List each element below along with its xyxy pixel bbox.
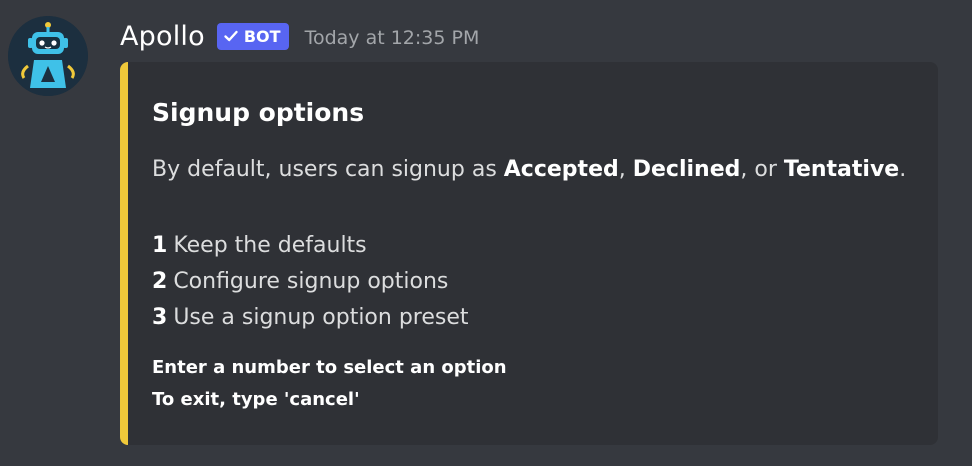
option-number: 2 <box>152 269 168 294</box>
description-separator: , or <box>740 157 784 182</box>
author-name[interactable]: Apollo <box>120 21 205 52</box>
option-label: Keep the defaults <box>173 233 367 258</box>
description-separator: , <box>618 157 633 182</box>
description-prefix: By default, users can signup as <box>152 157 504 182</box>
footer-instruction: Enter a number to select an option <box>152 357 507 378</box>
robot-avatar-icon <box>8 16 88 96</box>
option-item: 3 Use a signup option preset <box>152 300 469 336</box>
description-suffix: . <box>899 157 907 182</box>
embed-description: By default, users can signup as Accepted… <box>152 157 906 182</box>
verified-check-icon <box>224 30 238 42</box>
footer-exit-hint: To exit, type 'cancel' <box>152 389 360 410</box>
bot-tag-label: BOT <box>243 26 281 46</box>
option-number: 1 <box>152 233 168 258</box>
option-number: 3 <box>152 305 168 330</box>
chat-message: Apollo BOT Today at 12:35 PM Signup opti… <box>0 0 972 466</box>
message-header: Apollo BOT Today at 12:35 PM <box>120 18 479 54</box>
option-label: Use a signup option preset <box>173 305 469 330</box>
option-item: 2 Configure signup options <box>152 264 469 300</box>
author-avatar[interactable] <box>8 16 88 96</box>
option-item: 1 Keep the defaults <box>152 228 469 264</box>
option-declined: Declined <box>632 157 741 182</box>
option-label: Configure signup options <box>173 269 449 294</box>
message-embed: Signup options By default, users can sig… <box>120 62 938 445</box>
option-tentative: Tentative <box>783 157 900 182</box>
embed-footer: Enter a number to select an option To ex… <box>152 352 507 416</box>
option-accepted: Accepted <box>503 157 619 182</box>
options-list: 1 Keep the defaults 2 Configure signup opt… <box>152 228 469 336</box>
message-timestamp[interactable]: Today at 12:35 PM <box>305 27 480 49</box>
bot-tag: BOT <box>216 22 289 50</box>
embed-title: Signup options <box>152 98 365 127</box>
